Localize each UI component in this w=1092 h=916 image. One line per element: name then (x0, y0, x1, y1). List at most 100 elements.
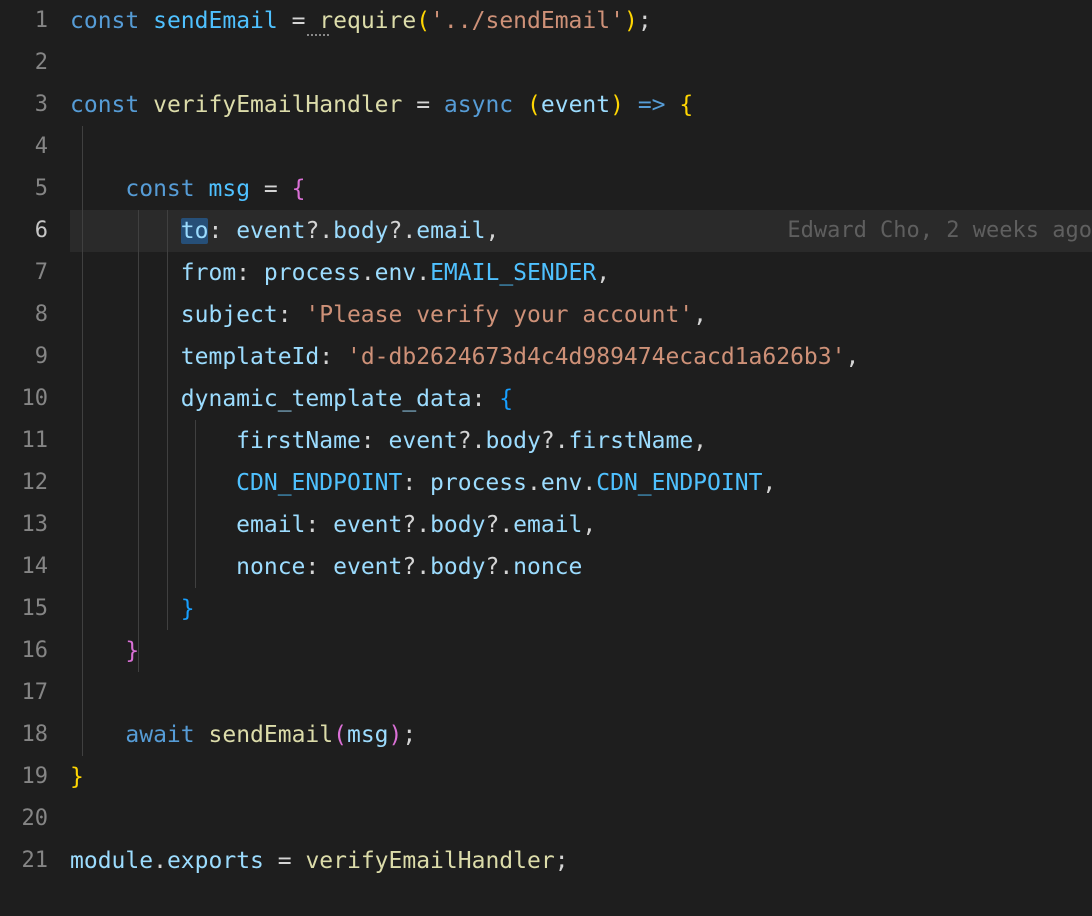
identifier: module (70, 848, 153, 874)
comma: , (693, 302, 707, 328)
identifier: event (333, 554, 402, 580)
brace-close: } (181, 596, 195, 622)
paren-close: ) (624, 8, 638, 34)
paren-open: ( (527, 92, 541, 118)
operator: = (250, 176, 292, 202)
comma: , (596, 260, 610, 286)
blame-author: Edward Cho (787, 218, 919, 243)
identifier: process (264, 260, 361, 286)
variable: msg (209, 176, 251, 202)
line-number: 3 (0, 84, 48, 126)
identifier: event (389, 428, 458, 454)
property-selected: to (181, 218, 209, 244)
string: 'Please verify your account' (305, 302, 693, 328)
lint-hint-icon (307, 34, 329, 36)
code-area[interactable]: const sendEmail = require('../sendEmail'… (70, 0, 1092, 916)
code-line-current[interactable]: to: event?.body?.email,Edward Cho, 2 wee… (70, 210, 1092, 252)
optional-chain: ?. (389, 218, 417, 244)
brace-close: } (70, 764, 84, 790)
optional-chain: ?. (541, 428, 569, 454)
variable: sendEmail (153, 8, 278, 34)
constant: CDN_ENDPOINT (596, 470, 762, 496)
keyword-const: const (70, 8, 139, 34)
identifier: body (430, 554, 485, 580)
constant: EMAIL_SENDER (430, 260, 596, 286)
code-line[interactable]: } (70, 588, 1092, 630)
line-number: 15 (0, 588, 48, 630)
code-line[interactable]: await sendEmail(msg); (70, 714, 1092, 756)
code-line[interactable]: from: process.env.EMAIL_SENDER, (70, 252, 1092, 294)
code-line[interactable]: } (70, 630, 1092, 672)
line-number: 8 (0, 294, 48, 336)
property: subject (181, 302, 278, 328)
colon: : (208, 218, 236, 244)
comma: , (845, 344, 859, 370)
colon: : (319, 344, 347, 370)
semicolon: ; (638, 8, 652, 34)
colon: : (361, 428, 389, 454)
identifier: email (416, 218, 485, 244)
code-line[interactable]: email: event?.body?.email, (70, 504, 1092, 546)
dot: . (527, 470, 541, 496)
line-number-current: 6 (0, 210, 48, 252)
code-line[interactable]: templateId: 'd-db2624673d4c4d989474ecacd… (70, 336, 1092, 378)
identifier: event (333, 512, 402, 538)
code-line[interactable] (70, 798, 1092, 840)
keyword-const: const (125, 176, 194, 202)
line-number: 5 (0, 168, 48, 210)
string: 'd-db2624673d4c4d989474ecacd1a626b3' (347, 344, 846, 370)
identifier: process (430, 470, 527, 496)
code-line[interactable]: const verifyEmailHandler = async (event)… (70, 84, 1092, 126)
line-number: 7 (0, 252, 48, 294)
paren-open: ( (333, 722, 347, 748)
code-line[interactable]: dynamic_template_data: { (70, 378, 1092, 420)
identifier: msg (347, 722, 389, 748)
brace-open: { (679, 92, 693, 118)
line-number-gutter: 1 2 3 4 5 6 7 8 9 10 11 12 13 14 15 16 1… (0, 0, 70, 916)
identifier: body (333, 218, 388, 244)
code-line[interactable]: } (70, 756, 1092, 798)
dot: . (361, 260, 375, 286)
code-line[interactable]: CDN_ENDPOINT: process.env.CDN_ENDPOINT, (70, 462, 1092, 504)
colon: : (402, 470, 430, 496)
code-line[interactable]: subject: 'Please verify your account', (70, 294, 1092, 336)
dot: . (153, 848, 167, 874)
semicolon: ; (402, 722, 416, 748)
keyword-const: const (70, 92, 139, 118)
paren-close: ) (389, 722, 403, 748)
comma: , (485, 218, 499, 244)
code-line[interactable]: firstName: event?.body?.firstName, (70, 420, 1092, 462)
line-number: 16 (0, 630, 48, 672)
line-number: 10 (0, 378, 48, 420)
function-call: require (319, 8, 416, 34)
code-editor[interactable]: 1 2 3 4 5 6 7 8 9 10 11 12 13 14 15 16 1… (0, 0, 1092, 916)
code-line[interactable]: module.exports = verifyEmailHandler; (70, 840, 1092, 882)
line-number: 20 (0, 798, 48, 840)
line-number: 19 (0, 756, 48, 798)
blame-when: 2 weeks ago (946, 218, 1092, 243)
property: nonce (236, 554, 305, 580)
line-number: 14 (0, 546, 48, 588)
optional-chain: ?. (458, 428, 486, 454)
property: CDN_ENDPOINT (236, 470, 402, 496)
identifier: email (513, 512, 582, 538)
git-blame-annotation: Edward Cho, 2 weeks ago (787, 210, 1092, 252)
comma: , (693, 428, 707, 454)
line-number: 21 (0, 840, 48, 882)
dot: . (582, 470, 596, 496)
variable: verifyEmailHandler (153, 92, 402, 118)
code-line[interactable]: nonce: event?.body?.nonce (70, 546, 1092, 588)
code-line[interactable] (70, 126, 1092, 168)
code-line[interactable] (70, 42, 1092, 84)
property: templateId (181, 344, 319, 370)
identifier: body (485, 428, 540, 454)
colon: : (305, 554, 333, 580)
line-number: 12 (0, 462, 48, 504)
code-line[interactable]: const sendEmail = require('../sendEmail'… (70, 0, 1092, 42)
property: firstName (236, 428, 361, 454)
identifier: nonce (513, 554, 582, 580)
paren-close: ) (610, 92, 624, 118)
line-number: 2 (0, 42, 48, 84)
code-line[interactable]: const msg = { (70, 168, 1092, 210)
code-line[interactable] (70, 672, 1092, 714)
